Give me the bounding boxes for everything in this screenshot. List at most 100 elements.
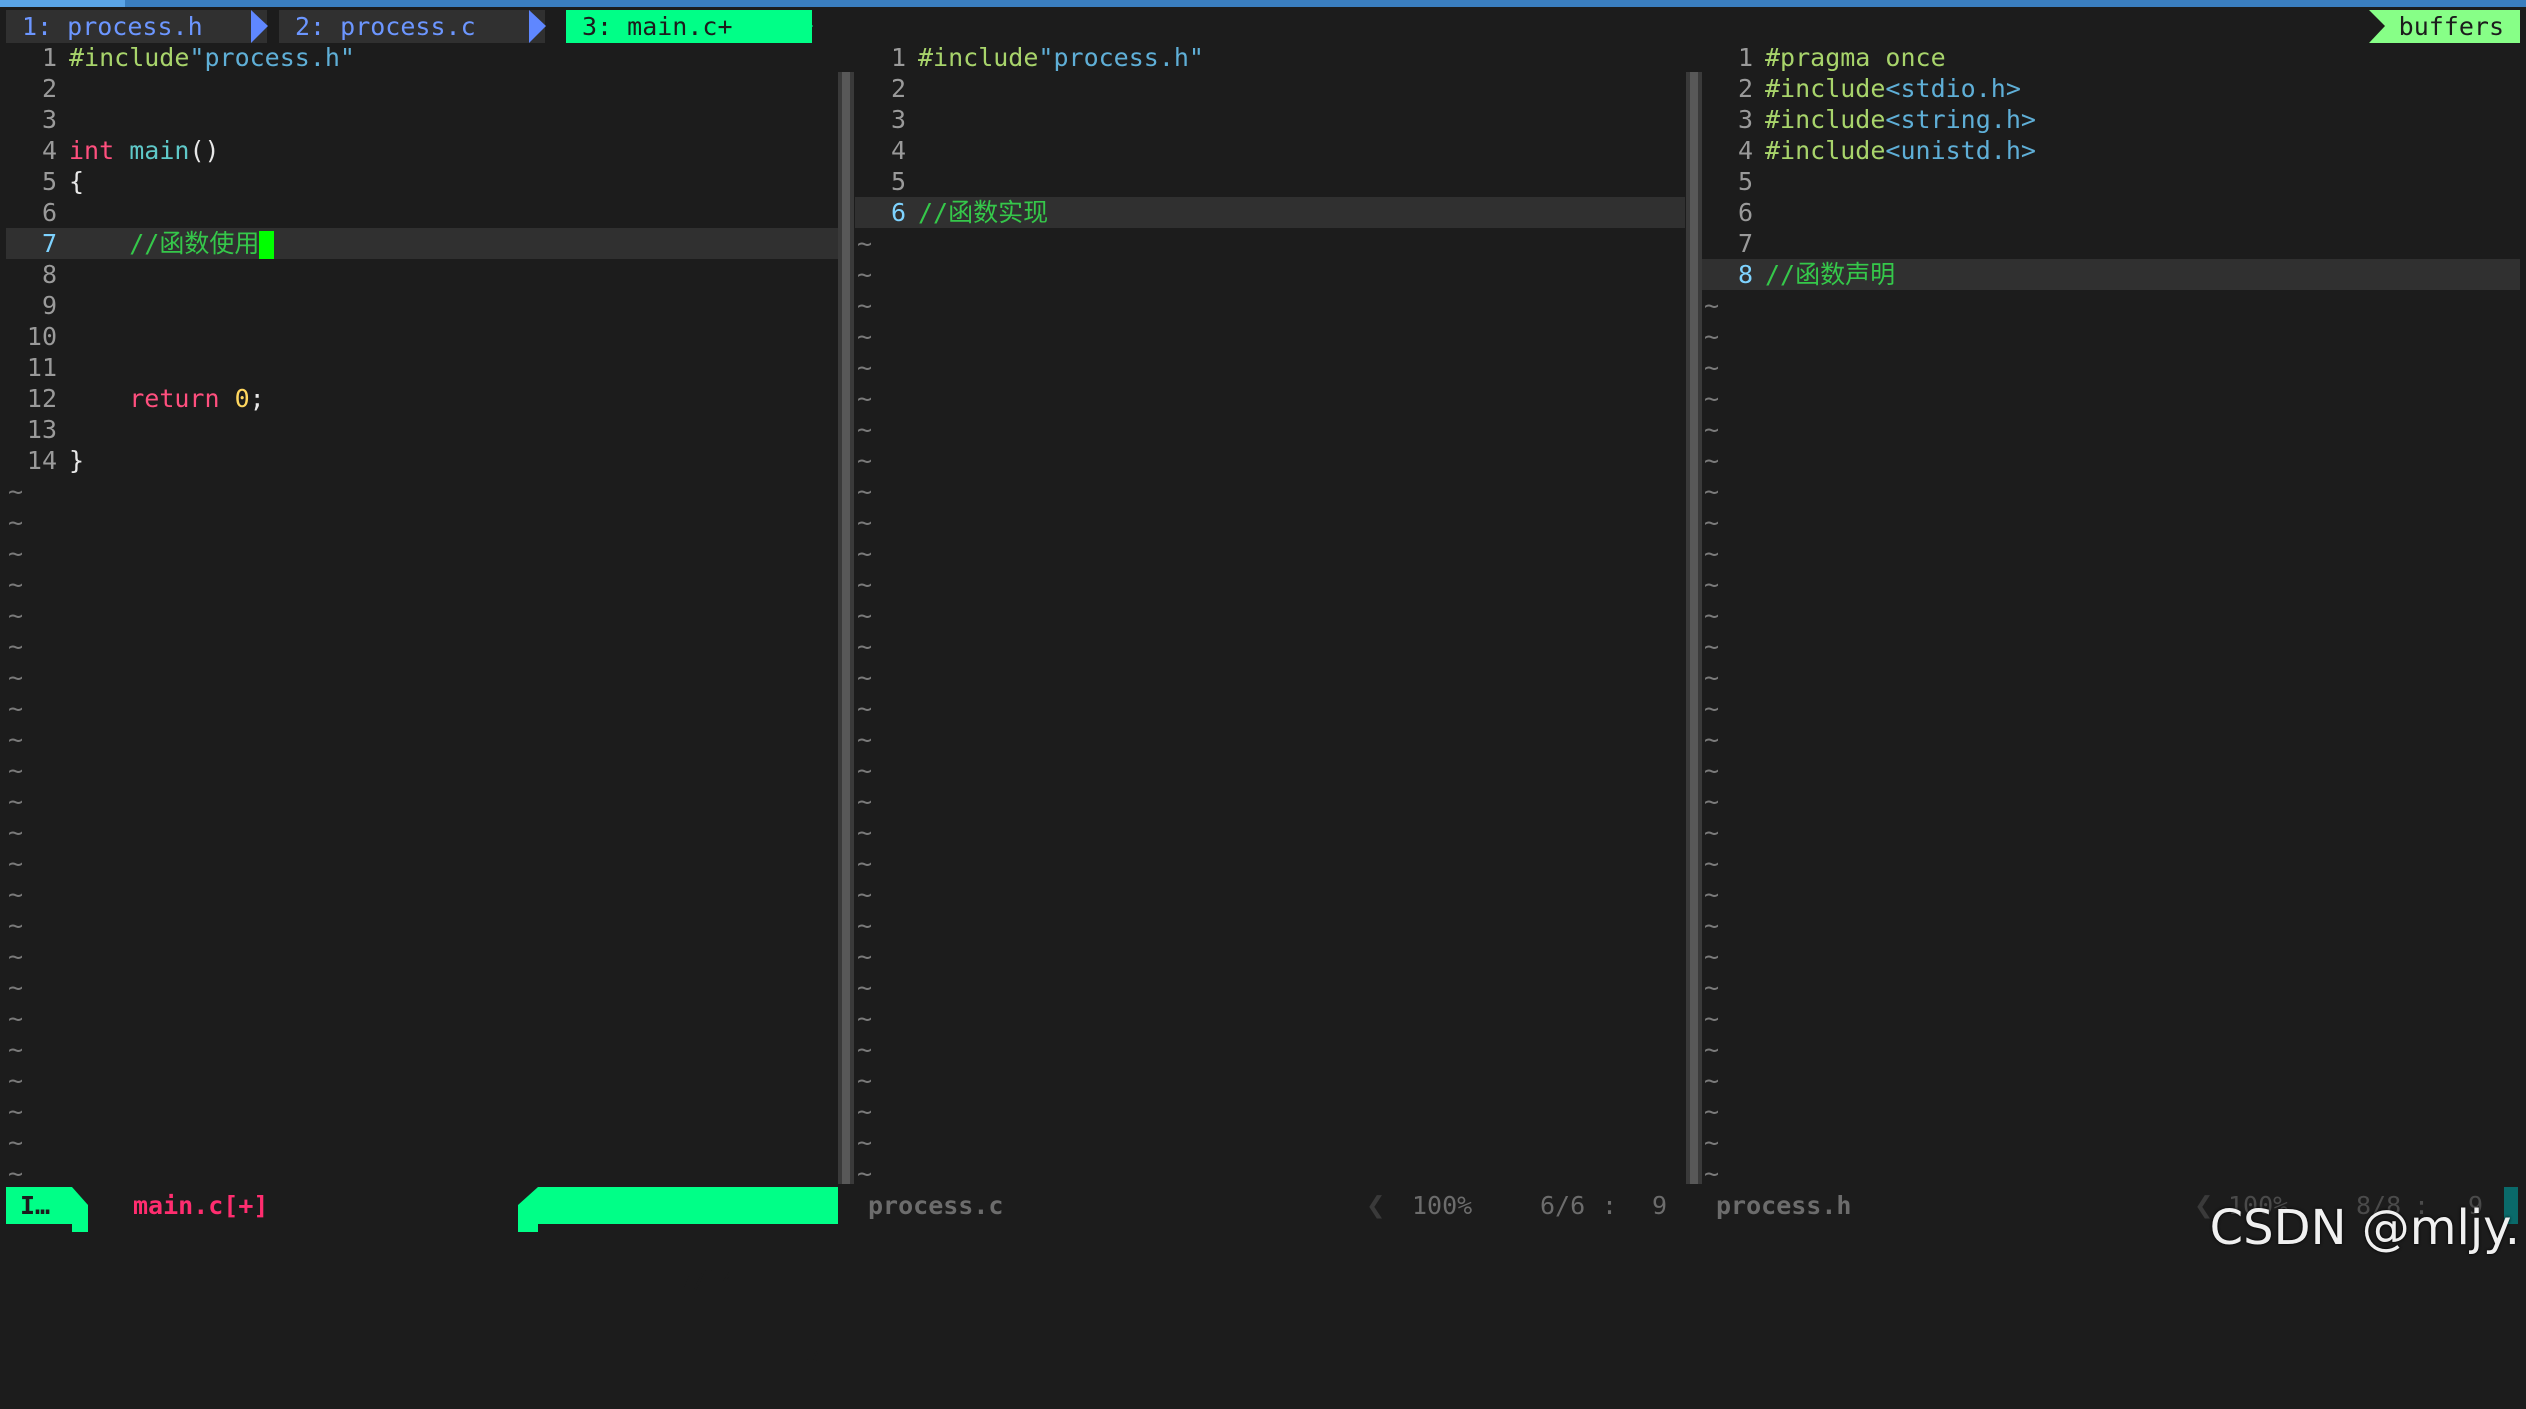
empty-line-marker: ~	[1704, 818, 1720, 847]
vertical-split-left[interactable]	[838, 72, 854, 1184]
code-token: //函数实现	[918, 198, 1049, 227]
tab-process-h[interactable]: 1: process.h	[6, 10, 267, 43]
empty-line-marker: ~	[1704, 353, 1720, 382]
code-line[interactable]: 11	[6, 352, 838, 383]
code-line[interactable]: 14}	[6, 445, 838, 476]
line-number: 7	[41, 229, 57, 258]
empty-line-marker: ~	[857, 756, 873, 785]
empty-line-marker: ~	[8, 632, 24, 661]
empty-line-marker: ~	[8, 911, 24, 940]
code-line[interactable]: 2 #include<stdio.h>	[1702, 73, 2520, 104]
empty-line-marker: ~	[857, 1035, 873, 1064]
code-line[interactable]: 4 #include<unistd.h>	[1702, 135, 2520, 166]
empty-line-marker: ~	[1704, 1035, 1720, 1064]
code-token: "process.h"	[189, 43, 355, 72]
split-bar	[1690, 72, 1698, 1184]
code-line[interactable]: 9	[6, 290, 838, 321]
empty-line-marker: ~	[857, 973, 873, 1002]
code-token: return	[129, 384, 220, 413]
code-token: ;	[249, 384, 265, 413]
code-line[interactable]: 7	[1702, 228, 2520, 259]
code-text: //函数实现	[918, 197, 1048, 228]
editor-window-process-c[interactable]: 1 #include"process.h" 2 3 4 5 6//函数实现 ~ ~ ~ ~ ~ ~ ~ ~ ~…	[855, 42, 1685, 1182]
code-line[interactable]: 1 #include"process.h"	[6, 42, 838, 73]
tab-main-c[interactable]: 3: main.c+	[566, 10, 812, 43]
code-token: {	[69, 167, 85, 196]
code-line[interactable]: 8	[6, 259, 838, 290]
line-number: 3	[890, 105, 906, 134]
empty-line-marker: ~	[857, 415, 873, 444]
empty-line-marker: ~	[8, 1066, 24, 1095]
empty-line-marker: ~	[1704, 942, 1720, 971]
empty-line-marker: ~	[857, 539, 873, 568]
code-line[interactable]: 1 #include"process.h"	[855, 42, 1685, 73]
code-line[interactable]: 13	[6, 414, 838, 445]
empty-line-marker: ~	[8, 1004, 24, 1033]
tab-process-c[interactable]: 2: process.c	[279, 10, 545, 43]
empty-line-marker: ~	[1704, 632, 1720, 661]
code-line[interactable]: 2	[6, 73, 838, 104]
command-line[interactable]	[0, 1232, 2526, 1269]
statusline-filename: process.h	[1716, 1191, 1852, 1220]
code-line[interactable]: 2	[855, 73, 1685, 104]
line-number: 2	[890, 74, 906, 103]
empty-line-marker: ~	[857, 849, 873, 878]
line-number: 10	[26, 322, 57, 351]
line-number: 4	[1737, 136, 1753, 165]
code-line[interactable]: 1 #pragma once	[1702, 42, 2520, 73]
code-line[interactable]: 3 #include<string.h>	[1702, 104, 2520, 135]
empty-line-marker: ~	[857, 632, 873, 661]
code-line[interactable]: 6	[1702, 197, 2520, 228]
empty-line-marker: ~	[857, 1097, 873, 1126]
editor-window-main-c[interactable]: 1 #include"process.h" 2 3 4 int main() 5{6 7 //…	[6, 42, 838, 1182]
code-line[interactable]: 5{	[6, 166, 838, 197]
code-text: #pragma once	[1765, 42, 1946, 73]
code-text: #include<unistd.h>	[1765, 135, 2036, 166]
empty-line-marker: ~	[1704, 601, 1720, 630]
vertical-split-right[interactable]	[1686, 72, 1702, 1184]
tabline: 1: process.h 2: process.c 3: main.c+	[6, 10, 2520, 43]
empty-line-marker: ~	[1704, 1004, 1720, 1033]
code-line[interactable]: 5	[855, 166, 1685, 197]
empty-line-marker: ~	[8, 787, 24, 816]
code-text: #include<stdio.h>	[1765, 73, 2021, 104]
code-token: <unistd.h>	[1885, 136, 2036, 165]
code-text: #include"process.h"	[69, 42, 355, 73]
code-line[interactable]: 10	[6, 321, 838, 352]
empty-line-marker: ~	[857, 446, 873, 475]
line-number: 2	[1737, 74, 1753, 103]
code-line[interactable]: 6 //函数实现	[855, 197, 1685, 228]
code-line[interactable]: 3	[6, 104, 838, 135]
empty-line-marker: ~	[857, 601, 873, 630]
empty-line-marker: ~	[857, 508, 873, 537]
empty-line-marker: ~	[1704, 1128, 1720, 1157]
line-number: 13	[26, 415, 57, 444]
column-separator: :	[1602, 1191, 1618, 1220]
empty-line-marker: ~	[1704, 477, 1720, 506]
code-line[interactable]: 6	[6, 197, 838, 228]
code-line[interactable]: 4	[855, 135, 1685, 166]
empty-line-marker: ~	[1704, 725, 1720, 754]
column-number: 15	[790, 1339, 821, 1368]
code-line[interactable]: 5	[1702, 166, 2520, 197]
empty-line-marker: ~	[857, 1004, 873, 1033]
line-number: 1	[890, 43, 906, 72]
empty-line-marker: ~	[1704, 756, 1720, 785]
empty-line-marker: ~	[8, 973, 24, 1002]
code-line[interactable]: 7 //函数使用	[6, 228, 838, 259]
code-token: main	[129, 136, 190, 165]
code-text: }	[69, 445, 84, 476]
empty-line-marker: ~	[857, 291, 873, 320]
code-line[interactable]: 12 return 0;	[6, 383, 838, 414]
statusline-filename: process.c	[868, 1191, 1004, 1220]
code-line[interactable]: 4 int main()	[6, 135, 838, 166]
line-number: 6	[41, 198, 57, 227]
editor-window-process-h[interactable]: 1 #pragma once 2 #include<stdio.h> 3 #include…	[1702, 42, 2520, 1182]
code-line[interactable]: 8 //函数声明	[1702, 259, 2520, 290]
empty-line-marker: ~	[1704, 1097, 1720, 1126]
empty-line-marker: ~	[857, 477, 873, 506]
empty-line-marker: ~	[857, 818, 873, 847]
code-line[interactable]: 3	[855, 104, 1685, 135]
